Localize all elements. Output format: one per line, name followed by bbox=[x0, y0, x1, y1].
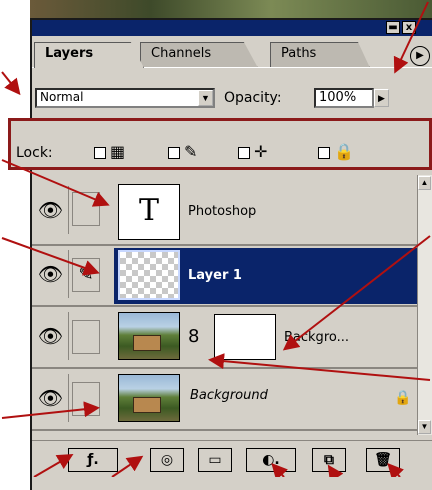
callout-arrow bbox=[111, 455, 144, 477]
callout-arrow bbox=[387, 463, 404, 477]
callout-arrow bbox=[327, 464, 344, 477]
callout-arrow bbox=[282, 235, 431, 351]
callout-arrow bbox=[271, 463, 288, 477]
tab-layers[interactable]: Layers bbox=[34, 42, 144, 68]
callout-arrow bbox=[1, 237, 100, 276]
callout-arrows bbox=[1, 1, 431, 477]
callout-arrow bbox=[1, 401, 100, 419]
callout-arrow bbox=[1, 159, 110, 207]
callout-arrow bbox=[1, 71, 21, 96]
callout-arrow bbox=[208, 353, 431, 381]
callout-arrow bbox=[33, 453, 74, 477]
callout-arrow bbox=[393, 1, 429, 74]
